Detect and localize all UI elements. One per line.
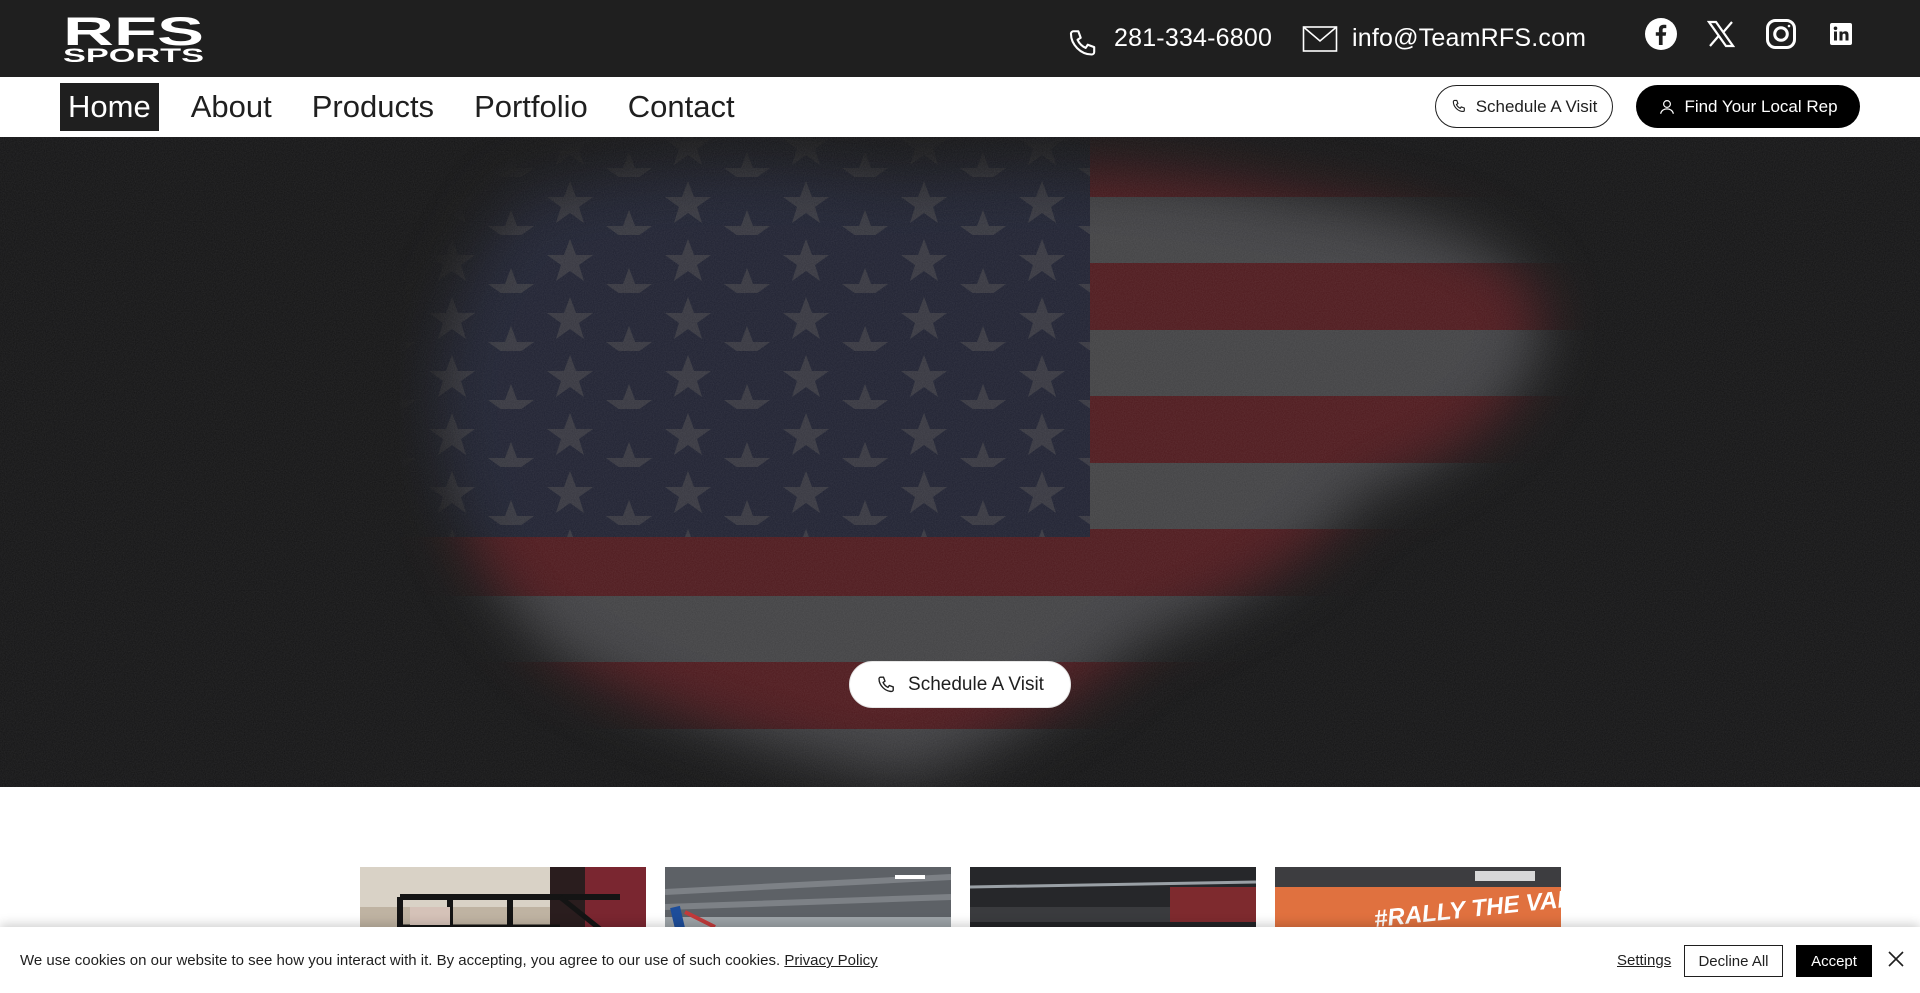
schedule-visit-label: Schedule A Visit xyxy=(1475,96,1598,116)
top-bar: RFS SPORTS 281-334-6800 info@TeamRFS.com xyxy=(0,0,1920,77)
find-local-rep-label: Find Your Local Rep xyxy=(1684,96,1838,116)
linkedin-icon[interactable] xyxy=(1824,17,1858,51)
privacy-policy-link[interactable]: Privacy Policy xyxy=(784,952,877,969)
user-icon xyxy=(1660,99,1675,114)
nav-item-portfolio[interactable]: Portfolio xyxy=(466,83,596,131)
hero-schedule-visit-button[interactable]: Schedule A Visit xyxy=(849,661,1071,708)
mail-icon xyxy=(1302,25,1338,52)
facebook-icon[interactable] xyxy=(1644,17,1678,51)
cookie-message: We use cookies on our website to see how… xyxy=(20,952,878,969)
x-icon[interactable] xyxy=(1704,17,1738,51)
cookie-settings-link[interactable]: Settings xyxy=(1617,952,1671,969)
phone-icon xyxy=(1452,99,1465,113)
hero-banner: Schedule A Visit xyxy=(0,137,1920,787)
schedule-visit-button[interactable]: Schedule A Visit xyxy=(1435,85,1613,128)
email-address[interactable]: info@TeamRFS.com xyxy=(1352,24,1586,53)
find-local-rep-button[interactable]: Find Your Local Rep xyxy=(1636,85,1860,128)
nav-item-about[interactable]: About xyxy=(183,83,280,131)
social-links xyxy=(1644,17,1858,51)
hero-schedule-visit-label: Schedule A Visit xyxy=(908,673,1044,695)
phone-icon xyxy=(1069,29,1096,56)
nav-item-contact[interactable]: Contact xyxy=(620,83,743,131)
instagram-icon[interactable] xyxy=(1764,17,1798,51)
phone-number[interactable]: 281-334-6800 xyxy=(1114,24,1272,53)
logo-text-bottom: SPORTS xyxy=(63,46,204,64)
rfs-sports-logo[interactable]: RFS SPORTS xyxy=(63,12,204,64)
header-phone[interactable]: 281-334-6800 xyxy=(1066,0,1272,77)
decline-all-button[interactable]: Decline All xyxy=(1684,945,1783,977)
nav-item-products[interactable]: Products xyxy=(304,83,442,131)
phone-icon xyxy=(878,676,894,692)
nav-links: Home About Products Portfolio Contact xyxy=(60,83,767,131)
accept-button[interactable]: Accept xyxy=(1796,945,1872,977)
header-email[interactable]: info@TeamRFS.com xyxy=(1302,0,1586,77)
nav-item-home[interactable]: Home xyxy=(60,83,159,131)
cookie-banner: We use cookies on our website to see how… xyxy=(0,927,1920,993)
close-icon[interactable] xyxy=(1887,950,1905,968)
cookie-message-text: We use cookies on our website to see how… xyxy=(20,952,785,969)
main-nav: Home About Products Portfolio Contact Sc… xyxy=(0,77,1920,137)
